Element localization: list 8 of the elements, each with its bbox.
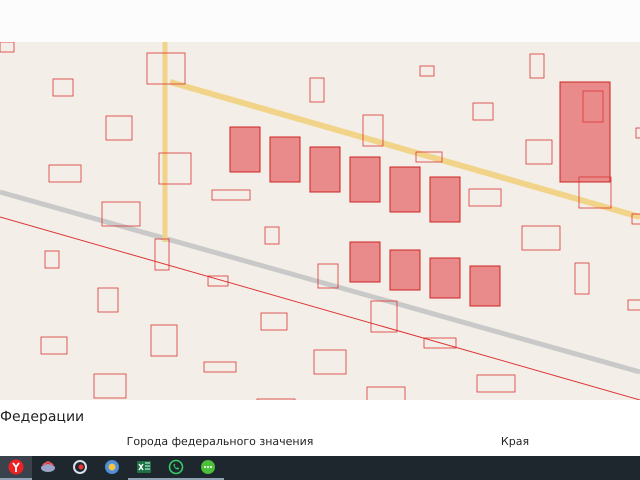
ring-icon (72, 459, 88, 475)
column-heading: Города федерального значения (126, 435, 314, 448)
phone-chat-icon (168, 459, 184, 475)
column-heading: Края (500, 435, 530, 448)
spreadsheet-icon (136, 459, 152, 475)
section-heading: Федерации (0, 409, 86, 425)
taskbar-app[interactable] (0, 456, 32, 480)
chat-bubble-icon (200, 459, 216, 475)
